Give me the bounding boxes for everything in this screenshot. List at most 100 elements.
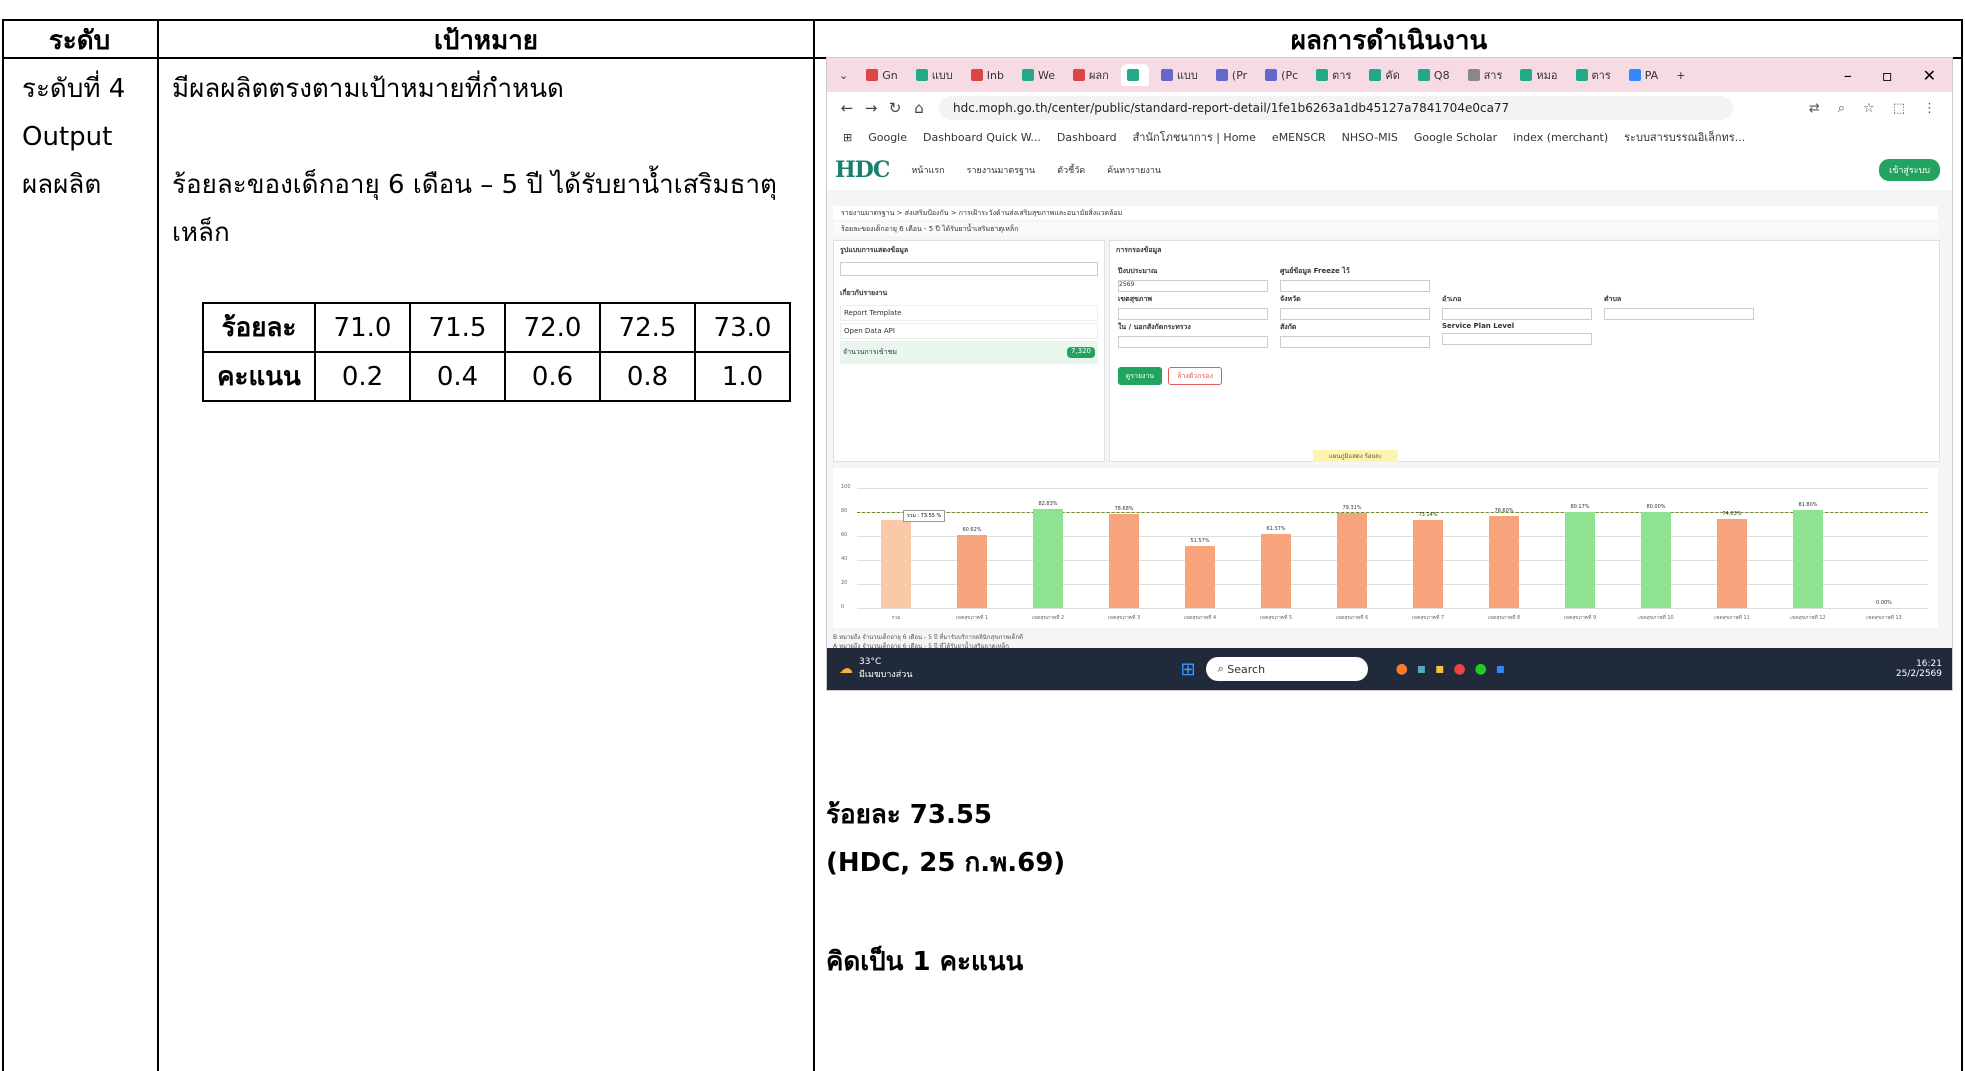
bookmark-item[interactable]: ระบบสารบรรณอิเล็กทร... [1624,128,1745,146]
star-icon[interactable]: ☆ [1863,101,1875,116]
chrome-icon[interactable]: ● [1454,661,1466,677]
filter-select[interactable] [1442,308,1592,320]
restore-icon[interactable]: ▫ [1882,66,1893,85]
bookmark-item[interactable]: Dashboard Quick W... [923,131,1041,144]
x-category-label: เขตสุขภาพที่ 9 [1563,615,1597,621]
bookmark-item[interactable]: eMENSCR [1272,131,1326,144]
filter-label: อำเภอ [1442,295,1462,303]
chart-bar[interactable] [1413,520,1443,608]
chart-bar[interactable] [1033,508,1063,608]
x-category-label: เขตสุขภาพที่ 11 [1714,615,1750,621]
reload-icon[interactable]: ↻ [883,99,907,117]
info-select[interactable] [840,262,1098,276]
bookmark-item[interactable]: index (merchant) [1513,131,1608,144]
level-type-thai: ผลผลิต [22,170,102,200]
nav-standard-report[interactable]: รายงานมาตรฐาน [967,163,1036,177]
about-item[interactable]: Open Data API [840,323,1098,339]
browser-tab[interactable]: ผลก [1067,64,1115,86]
weather-widget[interactable]: 33°C มีเมฆบางส่วน [859,657,912,681]
chart-bar[interactable] [1337,512,1367,608]
tab-favicon-icon [1520,69,1533,81]
browser-tab[interactable]: Inb [965,64,1010,86]
browser-tab[interactable]: PA [1623,64,1664,86]
word-icon[interactable]: ▪ [1496,661,1506,677]
nav-indicator[interactable]: ตัวชี้วัด [1057,163,1085,177]
browser-tab[interactable]: Q8 [1412,64,1456,86]
bookmark-item[interactable]: NHSO-MIS [1342,131,1398,144]
tab-favicon-icon [1126,69,1139,81]
chart-bar[interactable] [1109,513,1139,608]
tab-label: หมอ [1536,69,1558,82]
filter-select[interactable] [1118,336,1268,348]
taskbar-apps: ● ▪ ▪ ● ● ▪ [1396,661,1506,677]
filter-select[interactable] [1118,308,1268,320]
tab-label: แบบ [1176,69,1198,82]
filter-select[interactable]: 2569 [1118,280,1268,292]
clock-date: 25/2/2569 [1895,669,1942,679]
browser-tab[interactable]: แบบ [1155,64,1204,86]
filter-select[interactable] [1604,308,1754,320]
tab-favicon-icon [915,69,928,81]
minimize-icon[interactable]: – [1844,66,1852,85]
close-icon[interactable]: ✕ [1923,66,1936,85]
about-item[interactable]: Report Template [840,305,1098,321]
chart-bar[interactable] [1793,509,1823,608]
clock[interactable]: 16:21 25/2/2569 [1896,659,1942,679]
browser-tab[interactable]: (Pr [1210,64,1253,86]
bookmark-item[interactable]: Google [868,131,907,144]
filter-select[interactable] [1442,333,1592,345]
filter-select[interactable] [1280,308,1430,320]
tab-list-icon[interactable]: ⌄ [833,64,854,86]
forward-icon[interactable]: → [859,99,883,117]
extension-icon[interactable]: ⬚ [1893,101,1905,116]
taskbar-search[interactable]: ⌕ Search [1205,657,1368,681]
tab-favicon-icon [1316,69,1329,81]
folder-icon[interactable]: ▪ [1435,661,1445,677]
browser-tab[interactable]: แบบ [910,64,959,86]
browser-tab[interactable]: (Pc [1259,64,1304,86]
bookmark-item[interactable]: สำนักโภชนาการ | Home [1133,128,1256,146]
chart-bar[interactable] [1717,519,1747,608]
chart-bar[interactable] [1185,546,1215,608]
chart-bar[interactable] [1565,511,1595,608]
zoom-icon[interactable]: ⌕ [1838,101,1845,116]
bookmark-item[interactable]: Google Scholar [1414,131,1497,144]
nav-search-report[interactable]: ค้นหารายงาน [1107,163,1161,177]
browser-tab[interactable] [1120,64,1149,86]
score-table: ร้อยละ 71.0 71.5 72.0 72.5 73.0 คะแนน 0.… [202,302,791,402]
filter-select[interactable] [1280,280,1430,292]
level-type: Output [22,122,113,152]
chart-bar[interactable] [881,519,911,608]
filter-select[interactable] [1280,336,1430,348]
terminal-icon[interactable]: ▪ [1417,661,1427,677]
browser-tab[interactable]: Gn [860,64,904,86]
browser-tab[interactable]: หมอ [1514,64,1563,86]
x-category-label: เขตสุขภาพที่ 5 [1259,615,1293,621]
line-icon[interactable]: ● [1475,661,1487,677]
browser-tab[interactable]: ตาร [1570,64,1617,86]
browser-tab[interactable]: ตาร [1310,64,1357,86]
search-report-button[interactable]: ดูรายงาน [1118,367,1162,385]
filter-field: Service Plan Level [1442,322,1592,345]
browser-tab[interactable]: We [1016,64,1061,86]
bookmark-item[interactable]: Dashboard [1057,131,1117,144]
chart-bar[interactable] [1489,516,1519,608]
translate-icon[interactable]: ⇄ [1809,101,1820,116]
chart-bar[interactable] [1641,512,1671,608]
url-field[interactable]: hdc.moph.go.th/center/public/standard-re… [939,96,1733,120]
chart-bar[interactable] [1261,534,1291,608]
clear-filter-button[interactable]: ล้างตัวกรอง [1168,367,1222,385]
chart-bar[interactable] [957,535,987,608]
browser-tab[interactable]: คัด [1363,64,1406,86]
apps-icon[interactable]: ⊞ [843,131,852,144]
login-button[interactable]: เข้าสู่ระบบ [1879,159,1940,181]
nav-home[interactable]: หน้าแรก [911,163,944,177]
back-icon[interactable]: ← [835,99,859,117]
menu-icon[interactable]: ⋮ [1923,101,1936,116]
firefox-icon[interactable]: ● [1396,661,1408,677]
browser-tab[interactable]: สาร [1462,64,1509,86]
home-icon[interactable]: ⌂ [907,99,931,117]
new-tab-icon[interactable]: + [1670,64,1691,86]
windows-start-icon[interactable]: ⊞ [1180,659,1195,680]
bar-value-label: 80.00% [1646,504,1666,510]
